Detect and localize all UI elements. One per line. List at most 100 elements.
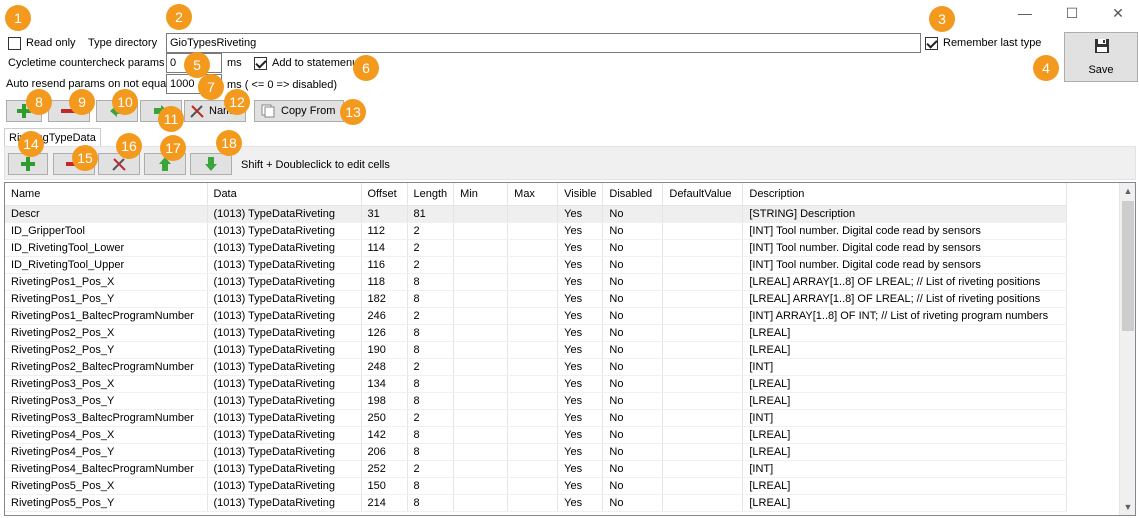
column-header[interactable]: Offset xyxy=(361,183,408,206)
table-cell[interactable]: 2 xyxy=(407,256,455,274)
table-cell[interactable]: 214 xyxy=(361,494,408,512)
table-cell[interactable]: [INT] Tool number. Digital code read by … xyxy=(742,239,1068,257)
table-cell[interactable]: [LREAL] ARRAY[1..8] OF LREAL; // List of… xyxy=(742,290,1068,308)
column-header[interactable]: Data xyxy=(207,183,362,206)
column-header[interactable]: Max xyxy=(507,183,559,206)
scroll-up-icon[interactable]: ▲ xyxy=(1120,183,1135,199)
table-cell[interactable]: 126 xyxy=(361,324,408,342)
table-cell[interactable]: 252 xyxy=(361,460,408,478)
table-cell[interactable]: RivetingPos1_BaltecProgramNumber xyxy=(5,307,208,325)
table-cell[interactable]: 206 xyxy=(361,443,408,461)
table-cell[interactable] xyxy=(507,477,559,495)
add-to-statemenu-checkbox[interactable] xyxy=(254,57,267,70)
table-cell[interactable]: Descr xyxy=(5,205,208,223)
table-cell[interactable] xyxy=(453,273,509,291)
table-row[interactable]: ID_GripperTool (1013) TypeDataRiveting 112… xyxy=(5,222,1068,240)
table-cell[interactable] xyxy=(507,324,559,342)
column-header[interactable]: Min xyxy=(453,183,509,206)
table-cell[interactable] xyxy=(662,494,744,512)
table-cell[interactable]: 8 xyxy=(407,273,455,291)
table-cell[interactable] xyxy=(662,341,744,359)
table-cell[interactable]: [LREAL] xyxy=(742,341,1068,359)
table-cell[interactable] xyxy=(453,222,509,240)
table-cell[interactable] xyxy=(662,409,744,427)
table-cell[interactable] xyxy=(453,460,509,478)
table-cell[interactable] xyxy=(453,443,509,461)
table-cell[interactable] xyxy=(453,375,509,393)
table-cell[interactable] xyxy=(507,290,559,308)
table-row[interactable]: RivetingPos1_Pos_Y (1013) TypeDataRivetin… xyxy=(5,290,1068,308)
table-cell[interactable]: No xyxy=(602,443,664,461)
table-cell[interactable]: No xyxy=(602,307,664,325)
vertical-scrollbar[interactable]: ▲ ▼ xyxy=(1119,183,1135,515)
table-cell[interactable] xyxy=(662,256,744,274)
table-cell[interactable]: 134 xyxy=(361,375,408,393)
table-cell[interactable]: Yes xyxy=(557,358,604,376)
table-cell[interactable] xyxy=(507,205,559,223)
table-cell[interactable] xyxy=(453,256,509,274)
table-cell[interactable]: No xyxy=(602,222,664,240)
table-cell[interactable]: RivetingPos2_Pos_Y xyxy=(5,341,208,359)
table-cell[interactable]: No xyxy=(602,409,664,427)
table-cell[interactable] xyxy=(507,392,559,410)
save-button[interactable]: Save xyxy=(1064,32,1138,82)
table-row[interactable]: RivetingPos5_Pos_Y (1013) TypeDataRivetin… xyxy=(5,494,1068,512)
table-cell[interactable]: [INT] xyxy=(742,358,1068,376)
table-cell[interactable]: Yes xyxy=(557,341,604,359)
table-cell[interactable]: 190 xyxy=(361,341,408,359)
table-cell[interactable]: Yes xyxy=(557,426,604,444)
table-cell[interactable]: [LREAL] xyxy=(742,494,1068,512)
table-cell[interactable]: 8 xyxy=(407,341,455,359)
table-cell[interactable]: 8 xyxy=(407,426,455,444)
table-row[interactable]: RivetingPos2_Pos_X (1013) TypeDataRivetin… xyxy=(5,324,1068,342)
table-cell[interactable]: [LREAL] xyxy=(742,392,1068,410)
table-cell[interactable] xyxy=(453,358,509,376)
table-cell[interactable]: (1013) TypeDataRiveting xyxy=(207,409,362,427)
table-cell[interactable]: Yes xyxy=(557,494,604,512)
table-cell[interactable]: No xyxy=(602,477,664,495)
table-cell[interactable] xyxy=(662,375,744,393)
table-cell[interactable]: [LREAL] ARRAY[1..8] OF LREAL; // List of… xyxy=(742,273,1068,291)
table-row[interactable]: Descr (1013) TypeDataRiveting 31 81 Yes No [ST… xyxy=(5,205,1068,223)
table-cell[interactable]: (1013) TypeDataRiveting xyxy=(207,460,362,478)
table-cell[interactable] xyxy=(453,205,509,223)
table-cell[interactable]: ID_RivetingTool_Upper xyxy=(5,256,208,274)
table-cell[interactable] xyxy=(507,307,559,325)
table-cell[interactable]: Yes xyxy=(557,222,604,240)
table-cell[interactable]: 8 xyxy=(407,375,455,393)
type-directory-input[interactable]: GioTypesRiveting xyxy=(166,33,921,53)
table-row[interactable]: ID_RivetingTool_Lower (1013) TypeDataRive… xyxy=(5,239,1068,257)
table-cell[interactable]: No xyxy=(602,358,664,376)
table-cell[interactable]: Yes xyxy=(557,307,604,325)
table-cell[interactable]: 116 xyxy=(361,256,408,274)
table-cell[interactable]: (1013) TypeDataRiveting xyxy=(207,222,362,240)
table-cell[interactable]: No xyxy=(602,205,664,223)
table-cell[interactable]: No xyxy=(602,341,664,359)
table-cell[interactable] xyxy=(662,205,744,223)
table-cell[interactable]: No xyxy=(602,392,664,410)
table-cell[interactable] xyxy=(662,460,744,478)
table-cell[interactable]: (1013) TypeDataRiveting xyxy=(207,341,362,359)
table-cell[interactable]: RivetingPos1_Pos_X xyxy=(5,273,208,291)
table-cell[interactable]: 31 xyxy=(361,205,408,223)
table-cell[interactable] xyxy=(453,494,509,512)
table-row[interactable]: RivetingPos5_Pos_X (1013) TypeDataRivetin… xyxy=(5,477,1068,495)
table-cell[interactable]: 118 xyxy=(361,273,408,291)
maximize-button[interactable]: ☐ xyxy=(1052,2,1092,24)
table-cell[interactable]: 198 xyxy=(361,392,408,410)
table-cell[interactable]: [INT] Tool number. Digital code read by … xyxy=(742,256,1068,274)
table-cell[interactable]: (1013) TypeDataRiveting xyxy=(207,239,362,257)
table-cell[interactable] xyxy=(453,341,509,359)
table-cell[interactable] xyxy=(453,409,509,427)
table-cell[interactable]: Yes xyxy=(557,392,604,410)
table-cell[interactable] xyxy=(453,307,509,325)
read-only-checkbox[interactable] xyxy=(8,37,21,50)
table-cell[interactable]: 2 xyxy=(407,239,455,257)
table-cell[interactable] xyxy=(453,392,509,410)
table-cell[interactable]: (1013) TypeDataRiveting xyxy=(207,290,362,308)
type-data-grid[interactable]: Name Data Offset Length Min Max Visible Disable… xyxy=(4,182,1136,516)
table-cell[interactable]: 8 xyxy=(407,392,455,410)
table-cell[interactable]: Yes xyxy=(557,273,604,291)
table-cell[interactable] xyxy=(453,239,509,257)
scroll-thumb[interactable] xyxy=(1122,201,1134,331)
